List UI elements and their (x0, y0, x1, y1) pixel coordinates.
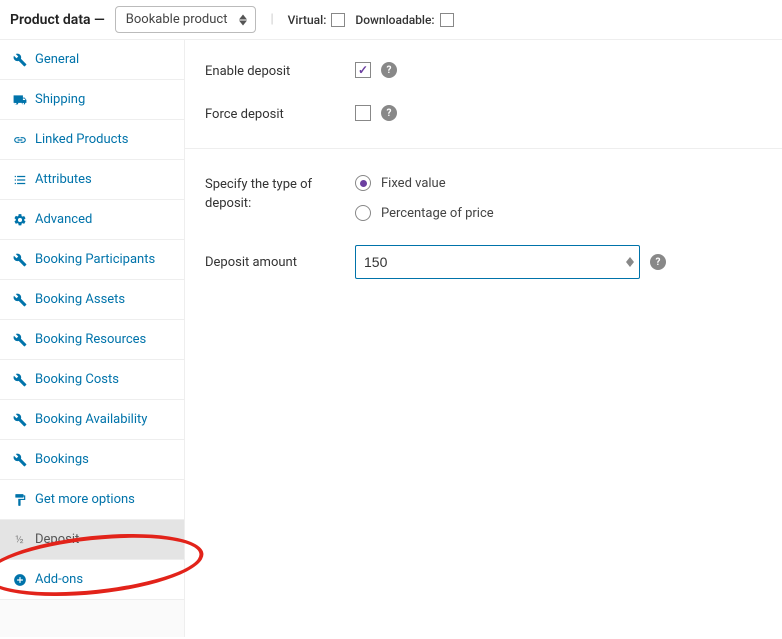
wrench-icon (12, 252, 27, 267)
deposit-type-percentage-label: Percentage of price (381, 206, 494, 221)
wrench-icon (12, 372, 27, 387)
sidebar-item-booking-participants[interactable]: Booking Participants (0, 240, 184, 280)
wrench-icon (12, 292, 27, 307)
sidebar-item-label: Deposit (35, 532, 79, 547)
sidebar-item-shipping[interactable]: Shipping (0, 80, 184, 120)
sidebar-item-label: Booking Assets (35, 292, 125, 307)
deposit-type-label: Specify the type of deposit: (205, 175, 355, 221)
help-icon[interactable]: ? (381, 105, 397, 121)
sidebar-item-bookings[interactable]: Bookings (0, 440, 184, 480)
wrench-icon (12, 332, 27, 347)
enable-deposit-checkbox[interactable] (355, 62, 371, 78)
product-type-value: Bookable product (126, 12, 228, 27)
sidebar-item-label: Booking Costs (35, 372, 119, 387)
plus-circle-icon (12, 572, 27, 587)
sidebar-item-deposit[interactable]: ½ Deposit (0, 520, 184, 560)
list-icon (12, 172, 27, 187)
number-spinner-icon[interactable] (626, 257, 634, 267)
sidebar-item-label: General (35, 52, 79, 67)
wrench-icon (12, 452, 27, 467)
radio-icon (355, 175, 371, 191)
sidebar-item-advanced[interactable]: Advanced (0, 200, 184, 240)
virtual-checkbox[interactable] (331, 13, 345, 27)
separator: | (266, 12, 277, 27)
sidebar-item-booking-assets[interactable]: Booking Assets (0, 280, 184, 320)
sidebar-item-label: Add-ons (35, 572, 83, 587)
link-icon (12, 132, 27, 147)
wrench-icon (12, 412, 27, 427)
deposit-type-percentage-option[interactable]: Percentage of price (355, 205, 494, 221)
sidebar-item-get-more-options[interactable]: Get more options (0, 480, 184, 520)
sidebar-item-label: Shipping (35, 92, 85, 107)
sidebar-item-general[interactable]: General (0, 40, 184, 80)
sidebar-item-attributes[interactable]: Attributes (0, 160, 184, 200)
help-icon[interactable]: ? (650, 254, 666, 270)
wrench-icon (12, 52, 27, 67)
sidebar-item-label: Booking Participants (35, 252, 155, 267)
enable-deposit-row: Enable deposit ? (205, 62, 762, 81)
chevron-updown-icon (239, 14, 247, 25)
force-deposit-checkbox[interactable] (355, 105, 371, 121)
half-icon: ½ (12, 532, 27, 547)
sidebar-item-label: Bookings (35, 452, 89, 467)
force-deposit-row: Force deposit ? (205, 105, 762, 124)
sidebar-item-add-ons[interactable]: Add-ons (0, 560, 184, 600)
virtual-label: Virtual: (288, 13, 327, 27)
sidebar-item-label: Get more options (35, 492, 135, 507)
sidebar-item-label: Booking Resources (35, 332, 146, 347)
downloadable-label: Downloadable: (355, 13, 434, 27)
downloadable-checkbox[interactable] (440, 13, 454, 27)
downloadable-option: Downloadable: (355, 13, 453, 27)
deposit-type-fixed-option[interactable]: Fixed value (355, 175, 494, 191)
product-data-tabs: General Shipping Linked Products Attributes… (0, 40, 185, 637)
section-divider (185, 148, 782, 149)
header-title: Product data — (10, 12, 105, 28)
deposit-type-fixed-label: Fixed value (381, 176, 446, 191)
deposit-type-row: Specify the type of deposit: Fixed value… (205, 175, 762, 221)
enable-deposit-label: Enable deposit (205, 62, 355, 81)
radio-icon (355, 205, 371, 221)
deposit-panel: Enable deposit ? Force deposit ? Specify… (185, 40, 782, 637)
deposit-amount-row: Deposit amount ? (205, 245, 762, 279)
paint-icon (12, 492, 27, 507)
gear-icon (12, 212, 27, 227)
sidebar-item-label: Advanced (35, 212, 92, 227)
sidebar-item-booking-costs[interactable]: Booking Costs (0, 360, 184, 400)
help-icon[interactable]: ? (381, 62, 397, 78)
sidebar-item-booking-availability[interactable]: Booking Availability (0, 400, 184, 440)
sidebar-item-booking-resources[interactable]: Booking Resources (0, 320, 184, 360)
product-data-header: Product data — Bookable product | Virtua… (0, 0, 782, 40)
force-deposit-label: Force deposit (205, 105, 355, 124)
sidebar-item-linked-products[interactable]: Linked Products (0, 120, 184, 160)
sidebar-item-label: Booking Availability (35, 412, 147, 427)
virtual-option: Virtual: (288, 13, 346, 27)
deposit-amount-label: Deposit amount (205, 253, 355, 272)
sidebar-item-label: Attributes (35, 172, 92, 187)
sidebar-item-label: Linked Products (35, 132, 128, 147)
product-type-select[interactable]: Bookable product (115, 6, 257, 33)
truck-icon (12, 92, 27, 107)
deposit-amount-input[interactable] (355, 245, 640, 279)
